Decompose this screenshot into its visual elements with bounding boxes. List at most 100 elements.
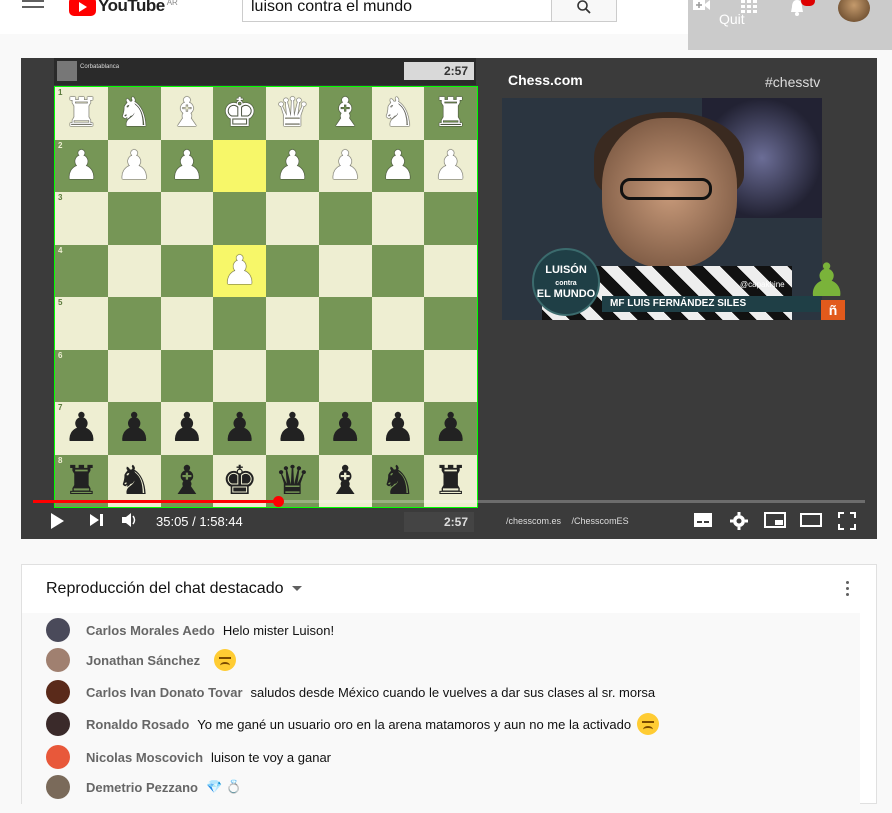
next-icon[interactable] xyxy=(89,512,105,528)
chess-piece: ♜ xyxy=(63,458,100,503)
chat-text: Helo mister Luison! xyxy=(222,622,335,638)
chess-piece: ♜ xyxy=(432,458,469,503)
board-square xyxy=(213,192,266,245)
avatar[interactable] xyxy=(46,618,70,642)
presenter-title: MF xyxy=(610,298,625,309)
chess-piece: ♚ xyxy=(221,91,258,136)
subtitles-icon[interactable] xyxy=(693,512,713,528)
chat-text: Yo me gané un usuario oro en la arena ma… xyxy=(197,716,632,732)
search-button[interactable] xyxy=(551,0,617,22)
board-square: 5 xyxy=(55,297,108,350)
avatar[interactable] xyxy=(46,745,70,769)
chat-title-dropdown[interactable]: Reproducción del chat destacado xyxy=(46,580,302,598)
board-square: ♟ xyxy=(107,402,161,455)
progress-fill xyxy=(33,500,279,503)
quit-label[interactable]: Quit xyxy=(719,11,745,27)
youtube-link: /ChesscomES xyxy=(571,516,629,526)
chess-piece: ♜ xyxy=(432,91,469,136)
chess-piece: ♟ xyxy=(63,406,100,451)
logo-text: YouTube xyxy=(98,0,165,15)
chess-piece: ♝ xyxy=(327,91,364,136)
board-square: ♟ xyxy=(107,139,161,192)
chat-message: Jonathan Sánchez xyxy=(46,647,237,673)
social-links: /chesscom.es /ChesscomES xyxy=(506,516,637,526)
presenter-nameplate: MF LUIS FERNÁNDEZ SILES xyxy=(602,296,820,312)
presenter-name: LUIS FERNÁNDEZ SILES xyxy=(627,298,747,309)
fullscreen-icon[interactable] xyxy=(838,512,856,530)
avatar[interactable] xyxy=(46,648,70,672)
chat-message: Nicolas Moscovich luison te voy a ganar xyxy=(46,744,331,770)
chat-author[interactable]: Ronaldo Rosado xyxy=(86,717,189,732)
board-square: ♟ xyxy=(266,402,319,455)
board-square xyxy=(107,297,161,350)
board-square xyxy=(213,297,266,350)
board-square xyxy=(318,349,372,402)
chess-piece: ♟ xyxy=(221,248,258,293)
chess-piece: ♟ xyxy=(274,406,311,451)
play-icon[interactable] xyxy=(49,512,65,530)
chat-author[interactable]: Carlos Ivan Donato Tovar xyxy=(86,685,243,700)
board-square xyxy=(424,192,477,245)
board-square: ♚ xyxy=(213,87,266,140)
chess-piece: ♟ xyxy=(116,406,153,451)
board-square: 7 ♟ xyxy=(55,402,108,455)
board-square: ♟ xyxy=(424,139,477,192)
board-square xyxy=(318,192,372,245)
board-square xyxy=(371,349,425,402)
volume-icon[interactable] xyxy=(121,512,139,528)
youtube-logo[interactable]: YouTube AR xyxy=(69,0,178,16)
board-square: ♛ xyxy=(266,87,319,140)
top-player-name: Corbatablanca xyxy=(80,64,120,70)
chat-text: luison te voy a ganar xyxy=(211,749,332,765)
twitter-handle: @capakhine xyxy=(740,280,785,289)
board-square xyxy=(424,297,477,350)
current-time: 35:05 xyxy=(156,514,189,529)
show-logo-line3: EL MUNDO xyxy=(536,288,596,301)
chess-piece: ♟ xyxy=(432,143,469,188)
board-square xyxy=(318,244,372,297)
board-square: 3 xyxy=(55,192,108,245)
board-square: ♜ xyxy=(424,87,477,140)
board-square xyxy=(266,192,319,245)
board-square: ♟ xyxy=(160,402,214,455)
chess-piece: ♟ xyxy=(116,143,153,188)
show-logo-line1: LUISÓN xyxy=(545,263,587,276)
chess-piece: ♟ xyxy=(274,143,311,188)
board-square xyxy=(318,297,372,350)
board-square xyxy=(160,244,214,297)
video-player[interactable]: Corbatablanca 2:57 1 ♜ ♞ ♝ ♚ ♛ ♝ ♞ ♜ 2 ♟ ♟ ♟ ♟ ♟ ♟ ♟ 3 4 ♟ 5… xyxy=(21,58,877,539)
settings-gear-icon[interactable] xyxy=(730,512,748,530)
chess-piece: ♝ xyxy=(168,458,205,503)
progress-bar[interactable] xyxy=(33,496,865,507)
search-input[interactable]: luison contra el mundo xyxy=(242,0,556,22)
board-square xyxy=(160,192,214,245)
chess-piece: ♛ xyxy=(274,458,311,503)
chat-author[interactable]: Demetrio Pezzano xyxy=(86,780,198,795)
player-avatar xyxy=(57,61,77,81)
menu-icon[interactable] xyxy=(22,0,44,14)
channel-badge: ñ xyxy=(821,300,845,320)
theater-mode-icon[interactable] xyxy=(800,512,822,528)
avatar[interactable] xyxy=(46,712,70,736)
duration: 1:58:44 xyxy=(199,514,243,529)
rank-label: 7 xyxy=(58,403,63,412)
chat-author[interactable]: Jonathan Sánchez xyxy=(86,653,200,668)
board-square xyxy=(107,349,161,402)
board-square: ♟ xyxy=(213,402,266,455)
board-square: 2 ♟ xyxy=(55,139,108,192)
avatar[interactable] xyxy=(46,680,70,704)
chat-author[interactable]: Nicolas Moscovich xyxy=(86,750,203,765)
create-video-icon[interactable] xyxy=(692,0,712,12)
chat-author[interactable]: Carlos Morales Aedo xyxy=(86,623,215,638)
miniplayer-icon[interactable] xyxy=(764,512,786,528)
chess-piece: ♟ xyxy=(221,406,258,451)
chess-piece: ♟ xyxy=(168,406,205,451)
avatar[interactable] xyxy=(46,775,70,799)
board-square xyxy=(266,297,319,350)
board-square: ♟ xyxy=(318,139,372,192)
search-icon xyxy=(577,0,591,14)
board-square: 6 xyxy=(55,349,108,402)
country-code: AR xyxy=(166,0,178,7)
more-options-icon[interactable] xyxy=(846,581,850,599)
board-square xyxy=(424,244,477,297)
